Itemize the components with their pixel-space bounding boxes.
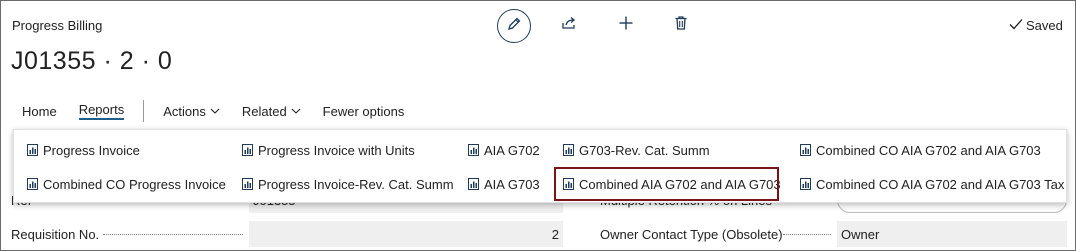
field-requisition: Requisition No. <box>11 221 111 247</box>
report-label: Progress Invoice <box>43 142 140 158</box>
trash-icon <box>673 15 689 36</box>
report-label: Progress Invoice with Units <box>258 142 415 158</box>
owner-contact-value: Owner <box>841 226 880 242</box>
report-label: G703-Rev. Cat. Summ <box>579 142 710 158</box>
menu-fewer-options-label: Fewer options <box>322 103 405 119</box>
menu-actions-label: Actions <box>163 103 206 119</box>
owner-contact-select[interactable]: Owner <box>837 221 1067 247</box>
report-label: AIA G703 <box>484 176 540 192</box>
action-bar: Home Reports Actions Related Fewer optio… <box>11 97 415 125</box>
delete-button[interactable] <box>671 15 691 35</box>
dotted-leader <box>103 234 243 235</box>
page-frame: Progress Billing J01355 · 2 · 0 Saved Ho… <box>0 0 1076 251</box>
share-icon <box>561 15 577 36</box>
saved-label: Saved <box>1026 18 1063 33</box>
report-aia-g703[interactable]: AIA G703 <box>468 173 540 195</box>
share-button[interactable] <box>559 15 579 35</box>
menu-related[interactable]: Related <box>231 97 312 125</box>
report-icon <box>242 178 253 190</box>
report-icon <box>27 178 38 190</box>
report-progress-invoice[interactable]: Progress Invoice <box>27 139 140 161</box>
report-label: Combined CO AIA G702 and AIA G703 Tax <box>816 176 1065 192</box>
menu-home-label: Home <box>22 103 57 119</box>
report-label: AIA G702 <box>484 142 540 158</box>
requisition-input[interactable]: 2 <box>249 221 563 247</box>
report-icon <box>800 144 811 156</box>
report-icon <box>242 144 253 156</box>
requisition-value: 2 <box>551 226 559 242</box>
report-icon <box>563 144 574 156</box>
report-combined-co-aia-g702-and-aia-g703[interactable]: Combined CO AIA G702 and AIA G703 <box>800 139 1041 161</box>
report-icon <box>27 144 38 156</box>
menu-fewer-options[interactable]: Fewer options <box>312 97 416 125</box>
report-progress-invoice-with-units[interactable]: Progress Invoice with Units <box>242 139 415 161</box>
report-icon <box>468 178 479 190</box>
menu-actions[interactable]: Actions <box>152 97 231 125</box>
plus-icon <box>618 15 634 36</box>
report-progress-invoice-rev-cat-summ[interactable]: Progress Invoice-Rev. Cat. Summ <box>242 173 454 195</box>
field-owner-contact: Owner Contact Type (Obsolete) <box>600 221 783 247</box>
new-button[interactable] <box>616 15 636 35</box>
menu-reports[interactable]: Reports <box>68 97 136 125</box>
edit-button[interactable] <box>497 9 531 43</box>
field-requisition-label: Requisition No. <box>11 226 100 242</box>
report-label: Progress Invoice-Rev. Cat. Summ <box>258 176 454 192</box>
chevron-down-icon <box>210 106 220 116</box>
chevron-down-icon <box>291 106 301 116</box>
report-icon <box>468 144 479 156</box>
report-combined-co-aia-g702-and-aia-g703-tax[interactable]: Combined CO AIA G702 and AIA G703 Tax <box>800 173 1064 195</box>
saved-indicator: Saved <box>1009 18 1063 33</box>
field-owner-contact-label: Owner Contact Type (Obsolete) <box>600 226 783 242</box>
report-label: Combined CO AIA G702 and AIA G703 <box>816 142 1041 158</box>
report-g703-rev-cat-summ[interactable]: G703-Rev. Cat. Summ <box>563 139 710 161</box>
page-caption: Progress Billing <box>12 18 103 33</box>
menu-home[interactable]: Home <box>11 97 68 125</box>
report-icon <box>563 178 574 190</box>
report-combined-co-progress-invoice[interactable]: Combined CO Progress Invoice <box>27 173 226 195</box>
menu-related-label: Related <box>241 103 287 119</box>
menu-reports-label: Reports <box>78 102 125 120</box>
record-title: J01355 · 2 · 0 <box>11 47 173 75</box>
check-icon <box>1009 18 1023 33</box>
report-label: Combined AIA G702 and AIA G703 <box>579 176 781 192</box>
report-label: Combined CO Progress Invoice <box>43 176 226 192</box>
report-icon <box>800 178 811 190</box>
menu-separator <box>143 100 145 122</box>
pencil-icon <box>506 16 522 37</box>
report-combined-aia-g702-and-aia-g703[interactable]: Combined AIA G702 and AIA G703 <box>563 173 781 195</box>
dotted-leader <box>783 234 831 235</box>
report-aia-g702[interactable]: AIA G702 <box>468 139 540 161</box>
